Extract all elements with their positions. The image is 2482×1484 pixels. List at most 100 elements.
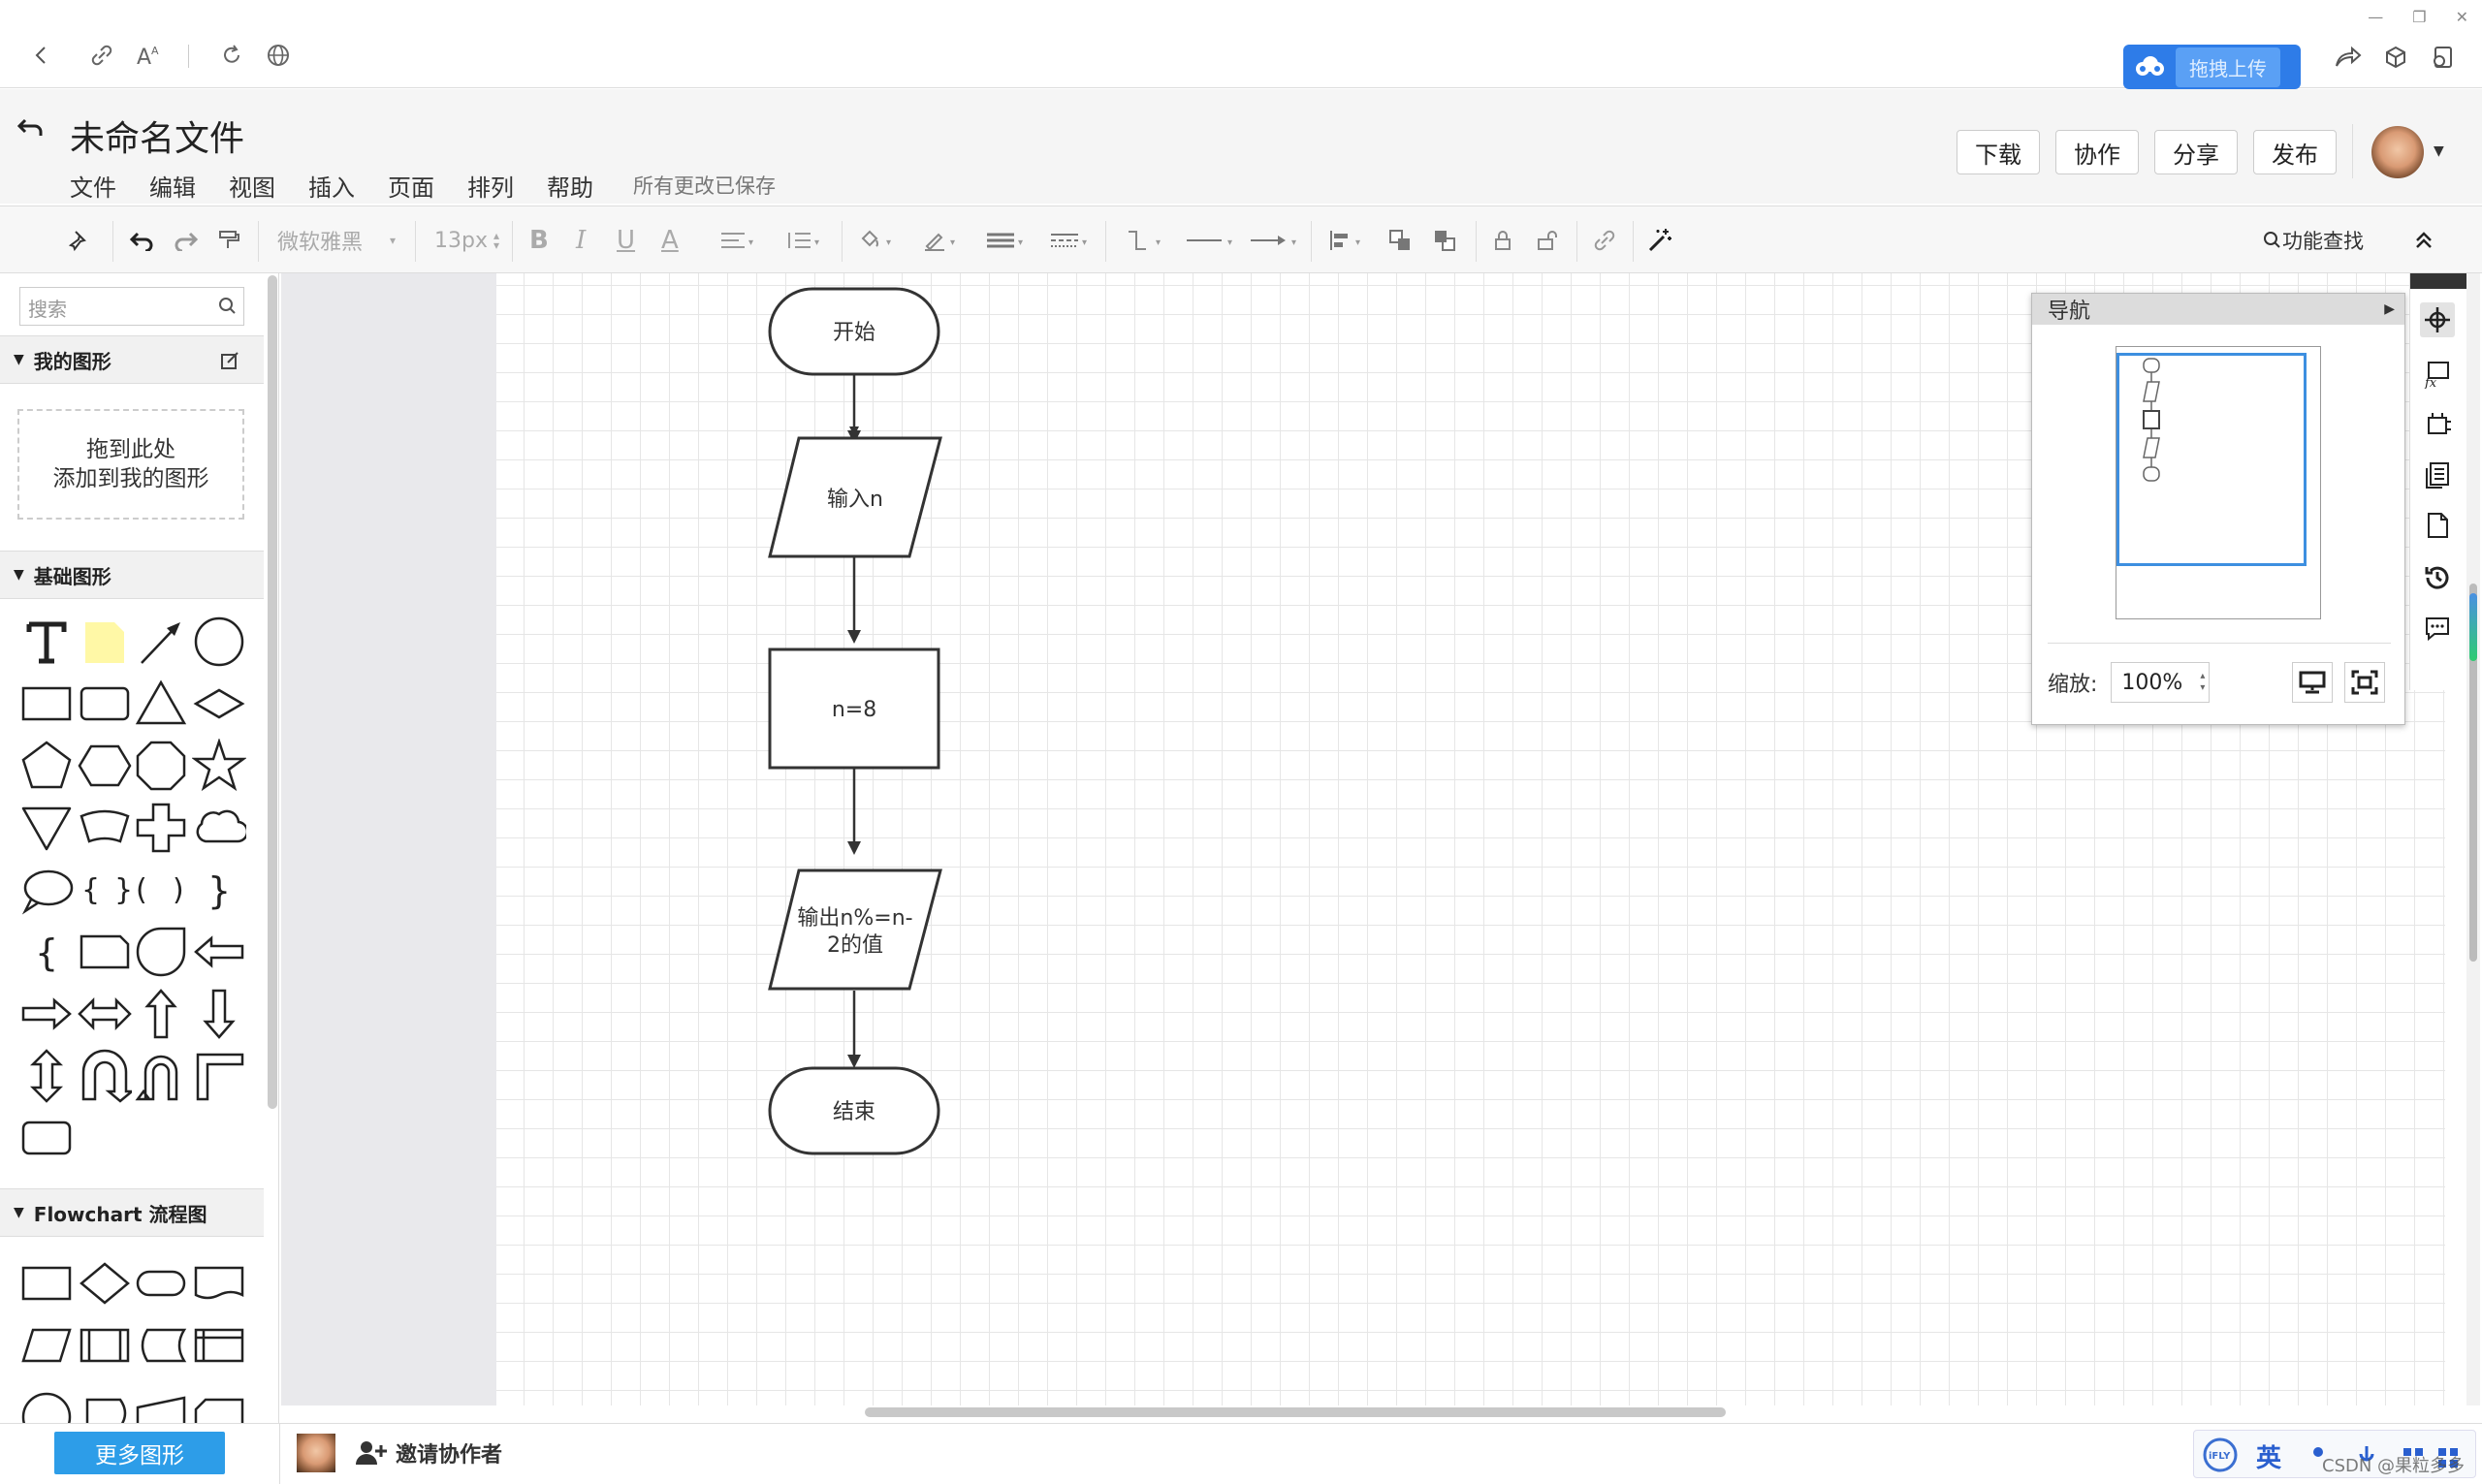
- unlock-icon[interactable]: [1536, 226, 1559, 255]
- pin-icon[interactable]: [68, 226, 91, 255]
- align-shapes-icon[interactable]: ▾: [1328, 226, 1367, 255]
- flowchart-header[interactable]: ▼ Flowchart 流程图: [0, 1188, 264, 1237]
- terminator-shape[interactable]: [134, 1256, 188, 1310]
- edge-input-process[interactable]: [847, 556, 861, 644]
- navigator-toggle[interactable]: [2420, 302, 2455, 337]
- link-insert-icon[interactable]: [1592, 226, 1617, 255]
- invite-collaborator-button[interactable]: 邀请协作者: [355, 1437, 502, 1468]
- avatar[interactable]: [2371, 126, 2424, 178]
- rounded-rectangle-shape[interactable]: [78, 677, 132, 731]
- collab-button[interactable]: 协作: [2055, 130, 2139, 174]
- upload-button[interactable]: 拖拽上传: [2123, 45, 2301, 89]
- hexagon-shape[interactable]: [78, 739, 132, 793]
- line-style-icon[interactable]: ▾: [1049, 226, 1094, 255]
- magic-wand-icon[interactable]: [1646, 226, 1673, 255]
- snip-rectangle-shape[interactable]: [78, 925, 132, 979]
- download-button[interactable]: 下载: [1957, 130, 2040, 174]
- pentagon-shape[interactable]: [19, 739, 74, 793]
- send-back-icon[interactable]: [1433, 226, 1458, 255]
- zoom-input[interactable]: 100% ▴ ▾: [2111, 662, 2211, 703]
- document-shape[interactable]: [192, 1256, 246, 1310]
- history-toggle[interactable]: [2420, 560, 2455, 595]
- zoom-stepper-icon[interactable]: ▴ ▾: [2200, 671, 2205, 694]
- ellipse-callout-shape[interactable]: [19, 863, 74, 917]
- redo-icon[interactable]: [173, 226, 200, 255]
- vertical-double-arrow-shape[interactable]: [19, 1049, 74, 1103]
- text-shape[interactable]: [19, 615, 74, 669]
- line-end-icon[interactable]: ▾: [1249, 226, 1303, 255]
- right-brace-shape[interactable]: }: [192, 863, 246, 917]
- line-width-icon[interactable]: ▾: [985, 226, 1030, 255]
- ime-language-label[interactable]: 英: [2256, 1438, 2281, 1474]
- predefined-process-shape[interactable]: [78, 1318, 132, 1373]
- basic-shapes-header[interactable]: ▼ 基础图形: [0, 551, 264, 599]
- line-begin-icon[interactable]: ▾: [1185, 226, 1239, 255]
- fill-color-icon[interactable]: ▾: [857, 226, 900, 255]
- restore-icon[interactable]: ❐: [2412, 8, 2426, 26]
- feature-search-button[interactable]: 功能查找: [2263, 226, 2364, 255]
- edge-output-end[interactable]: [847, 991, 861, 1068]
- u-arrow-shape[interactable]: [134, 1049, 188, 1103]
- link-icon[interactable]: [83, 37, 120, 74]
- menu-file[interactable]: 文件: [70, 169, 116, 203]
- document-title[interactable]: 未命名文件: [70, 111, 244, 161]
- data-io-shape[interactable]: [19, 1318, 74, 1373]
- format-painter-icon[interactable]: [217, 226, 240, 255]
- brackets-shape[interactable]: (): [134, 863, 188, 917]
- rounded-box-shape[interactable]: [19, 1111, 74, 1165]
- bold-button[interactable]: B: [529, 226, 549, 255]
- globe-icon[interactable]: [260, 37, 297, 74]
- attachment-toggle[interactable]: [2420, 458, 2455, 492]
- my-shapes-dropzone[interactable]: 拖到此处 添加到我的图形: [17, 409, 244, 520]
- undo-icon[interactable]: [128, 226, 155, 255]
- publish-button[interactable]: 发布: [2253, 130, 2337, 174]
- bring-front-icon[interactable]: [1388, 226, 1414, 255]
- right-arrow-shape[interactable]: [19, 987, 74, 1041]
- shape-search-input[interactable]: 搜索: [19, 287, 244, 326]
- diamond-shape[interactable]: [192, 677, 246, 731]
- rectangle-shape[interactable]: [19, 677, 74, 731]
- circle-shape[interactable]: [192, 615, 246, 669]
- connector-type-icon[interactable]: ▾: [1125, 226, 1169, 255]
- return-icon[interactable]: [16, 116, 45, 140]
- down-arrow-shape[interactable]: [192, 987, 246, 1041]
- underline-button[interactable]: U: [617, 226, 635, 255]
- font-color-button[interactable]: A: [661, 226, 679, 255]
- minimize-icon[interactable]: —: [2368, 8, 2383, 26]
- chevron-down-icon[interactable]: ▼: [2434, 143, 2444, 159]
- line-color-icon[interactable]: ▾: [921, 226, 964, 255]
- arrow-line-shape[interactable]: [134, 615, 188, 669]
- teardrop-shape[interactable]: [134, 925, 188, 979]
- up-arrow-shape[interactable]: [134, 987, 188, 1041]
- my-shapes-header[interactable]: ▼ 我的图形: [0, 335, 264, 384]
- canvas-horizontal-scrollbar[interactable]: [865, 1407, 1726, 1417]
- cross-shape[interactable]: [134, 801, 188, 855]
- menu-page[interactable]: 页面: [388, 169, 434, 203]
- align-icon[interactable]: ▾: [719, 226, 758, 255]
- navigator-preview[interactable]: [2116, 346, 2321, 619]
- collaborator-avatar[interactable]: [297, 1434, 335, 1472]
- fit-page-button[interactable]: [2292, 662, 2333, 703]
- back-arrow-icon[interactable]: [23, 37, 60, 74]
- collapse-right-icon[interactable]: ▶: [2384, 301, 2395, 317]
- fit-window-button[interactable]: [2344, 662, 2385, 703]
- menu-help[interactable]: 帮助: [547, 169, 593, 203]
- menu-insert[interactable]: 插入: [308, 169, 355, 203]
- italic-button[interactable]: I: [576, 226, 586, 255]
- stored-data-shape[interactable]: [134, 1318, 188, 1373]
- formula-toggle[interactable]: fx: [2420, 357, 2455, 392]
- internal-storage-shape[interactable]: [192, 1318, 246, 1373]
- close-icon[interactable]: ✕: [2456, 8, 2468, 26]
- font-size-select[interactable]: 13px ▴ ▾: [434, 226, 499, 255]
- canvas-vertical-scrollbar[interactable]: [2466, 273, 2480, 1405]
- edge-process-output[interactable]: [847, 768, 861, 855]
- cloud-shape[interactable]: [192, 801, 246, 855]
- octagon-shape[interactable]: [134, 739, 188, 793]
- font-family-select[interactable]: 微软雅黑 ▾: [277, 226, 403, 255]
- star-shape[interactable]: [192, 739, 246, 793]
- page-setup-toggle[interactable]: [2420, 407, 2455, 442]
- search-icon[interactable]: [218, 297, 238, 316]
- menu-edit[interactable]: 编辑: [149, 169, 196, 203]
- more-shapes-button[interactable]: 更多图形: [54, 1432, 225, 1474]
- comments-toggle[interactable]: [2420, 611, 2455, 646]
